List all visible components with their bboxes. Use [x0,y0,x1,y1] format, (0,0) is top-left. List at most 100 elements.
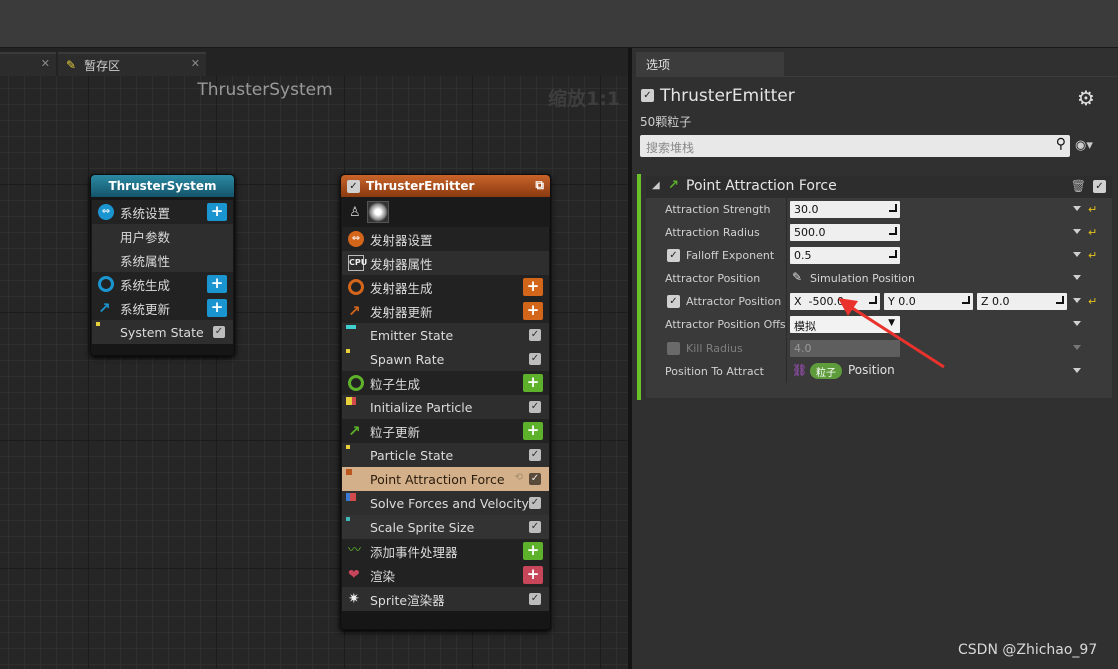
update-arrow-icon: ↗ [348,302,361,320]
enable-checkbox[interactable]: ✓ [529,497,541,509]
prop-row-attractor-position[interactable]: Attractor Position ✎ Simulation Position [646,267,1112,290]
node-row-emitter-settings[interactable]: ⇔ 发射器设置 [342,227,549,251]
column-divider [786,198,787,221]
position-z-field[interactable]: Z 0.0 [977,293,1067,310]
close-icon[interactable]: ✕ [41,57,50,70]
trash-icon[interactable]: 🗑 [1071,179,1086,193]
emitter-node[interactable]: ✓ ThrusterEmitter ⧉ ♙ ⇔ 发射器设置 CPU 发射器属性 … [340,174,551,630]
add-button[interactable]: + [523,278,543,296]
add-button[interactable]: + [523,422,543,440]
node-row-user-params[interactable]: 用户参数 [92,224,233,248]
node-row-system-spawn[interactable]: 系统生成 + [92,272,233,296]
prop-row-attraction-strength[interactable]: Attraction Strength 30.0 ↵ [646,198,1112,221]
add-button[interactable]: + [207,299,227,317]
node-row-emitter-spawn[interactable]: 发射器生成 + [342,275,549,299]
module-highlight-bar [637,174,641,400]
node-row-particle-update[interactable]: ↗ 粒子更新 + [342,419,549,443]
column-divider [786,360,787,383]
chevron-down-icon[interactable] [1073,298,1081,303]
attractor-position-checkbox[interactable]: ✓ [667,295,680,308]
chevron-down-icon[interactable] [1073,252,1081,257]
node-row-render[interactable]: ❤ 渲染 + [342,563,549,587]
node-row-system-props[interactable]: 系统属性 [92,248,233,272]
enable-checkbox[interactable]: ✓ [529,521,541,533]
node-row-particle-spawn[interactable]: 粒子生成 + [342,371,549,395]
prop-row-falloff-exponent[interactable]: ✓ Falloff Exponent 0.5 ↵ [646,244,1112,267]
chevron-down-icon[interactable] [1073,345,1081,350]
node-row-system-settings[interactable]: ⇔ 系统设置 + [92,200,233,224]
node-row-emitter-state[interactable]: Emitter State ✓ [342,323,549,347]
node-row-emitter-update[interactable]: ↗ 发射器更新 + [342,299,549,323]
module-section-header[interactable]: ◢ ↗ Point Attraction Force 🗑 ✓ [646,176,1112,198]
open-external-icon[interactable]: ⧉ [535,178,544,193]
zoom-label: 缩放1:1 [548,88,621,110]
kill-radius-checkbox[interactable] [667,342,680,355]
update-arrow-icon: ↗ [98,299,111,317]
enable-checkbox[interactable]: ✓ [529,353,541,365]
chevron-down-icon[interactable] [1073,368,1081,373]
row-label: 用户参数 [120,229,171,245]
stack-search-input[interactable]: 搜索堆栈 ⚲ [640,135,1070,157]
chevron-down-icon[interactable] [1073,206,1081,211]
enable-checkbox[interactable]: ✓ [529,401,541,413]
emitter-node-header[interactable]: ✓ ThrusterEmitter ⧉ [341,175,550,197]
thumbnail-icon[interactable] [366,201,389,223]
prop-label: Position To Attract [665,365,764,378]
prop-row-attraction-radius[interactable]: Attraction Radius 500.0 ↵ [646,221,1112,244]
module-enable-checkbox[interactable]: ✓ [1093,180,1106,193]
node-row-emitter-props[interactable]: CPU 发射器属性 [342,251,549,275]
node-row-solve-forces[interactable]: Solve Forces and Velocity ✓ [342,491,549,515]
attraction-strength-field[interactable]: 30.0 [790,201,900,218]
enable-checkbox[interactable]: ✓ [529,449,541,461]
chevron-down-icon[interactable] [1073,229,1081,234]
prop-label: Attractor Position ( [686,295,782,308]
gear-icon[interactable]: ⚙ [1077,86,1095,110]
node-row-point-attraction-force[interactable]: Point Attraction Force ⟲ ✓ [342,467,549,491]
falloff-exponent-field[interactable]: 0.5 [790,247,900,264]
attraction-radius-field[interactable]: 500.0 [790,224,900,241]
node-row-system-update[interactable]: ↗ 系统更新 + [92,296,233,320]
node-row-scale-sprite-size[interactable]: Scale Sprite Size ✓ [342,515,549,539]
reset-icon[interactable]: ↵ [1088,203,1097,216]
tab-options[interactable]: 选项 [636,52,784,76]
chevron-down-icon[interactable] [1073,321,1081,326]
add-button[interactable]: + [523,302,543,320]
node-row-particle-state[interactable]: Particle State ✓ [342,443,549,467]
add-button[interactable]: + [523,542,543,560]
add-button[interactable]: + [207,203,227,221]
enable-checkbox[interactable]: ✓ [529,593,541,605]
enable-checkbox[interactable]: ✓ [213,326,225,338]
tab-underline [636,76,1118,77]
node-row-add-event-handler[interactable]: 〰 添加事件处理器 + [342,539,549,563]
node-row-spawn-rate[interactable]: Spawn Rate ✓ [342,347,549,371]
tab-system-overview[interactable]: ✕ [0,52,56,76]
falloff-exponent-checkbox[interactable]: ✓ [667,249,680,262]
column-divider [786,267,787,290]
emitter-enabled-checkbox[interactable]: ✓ [641,89,654,102]
node-row-system-state[interactable]: System State ✓ [92,320,233,344]
enable-checkbox[interactable]: ✓ [529,473,541,485]
node-row-initialize-particle[interactable]: Initialize Particle ✓ [342,395,549,419]
system-node-header[interactable]: ThrusterSystem [91,175,234,197]
enable-checkbox[interactable]: ✓ [529,329,541,341]
details-title: ThrusterEmitter [660,86,795,106]
system-node[interactable]: ThrusterSystem ⇔ 系统设置 + 用户参数 系统属性 系统生成 +… [90,174,235,356]
tab-label: 选项 [646,57,671,72]
add-button[interactable]: + [523,374,543,392]
add-button[interactable]: + [523,566,543,584]
collapse-triangle-icon[interactable]: ◢ [652,180,660,191]
annotation-arrow [838,298,945,369]
annotation-arrow-shaft [845,302,945,369]
chevron-down-icon[interactable] [1073,275,1081,280]
eye-icon[interactable]: ◉▾ [1075,138,1093,153]
reset-icon[interactable]: ↵ [1088,226,1097,239]
row-label: 渲染 [370,568,396,584]
tab-scratch-pad[interactable]: ✎ 暂存区 ✕ [58,52,206,76]
reset-icon[interactable]: ↵ [1088,249,1097,262]
attractor-position-value[interactable]: Simulation Position [810,272,915,285]
add-button[interactable]: + [207,275,227,293]
emitter-enable-checkbox[interactable]: ✓ [347,179,360,193]
close-icon[interactable]: ✕ [191,57,200,70]
reset-icon[interactable]: ↵ [1088,295,1097,308]
node-row-sprite-renderer[interactable]: ✷ Sprite渲染器 ✓ [342,587,549,611]
